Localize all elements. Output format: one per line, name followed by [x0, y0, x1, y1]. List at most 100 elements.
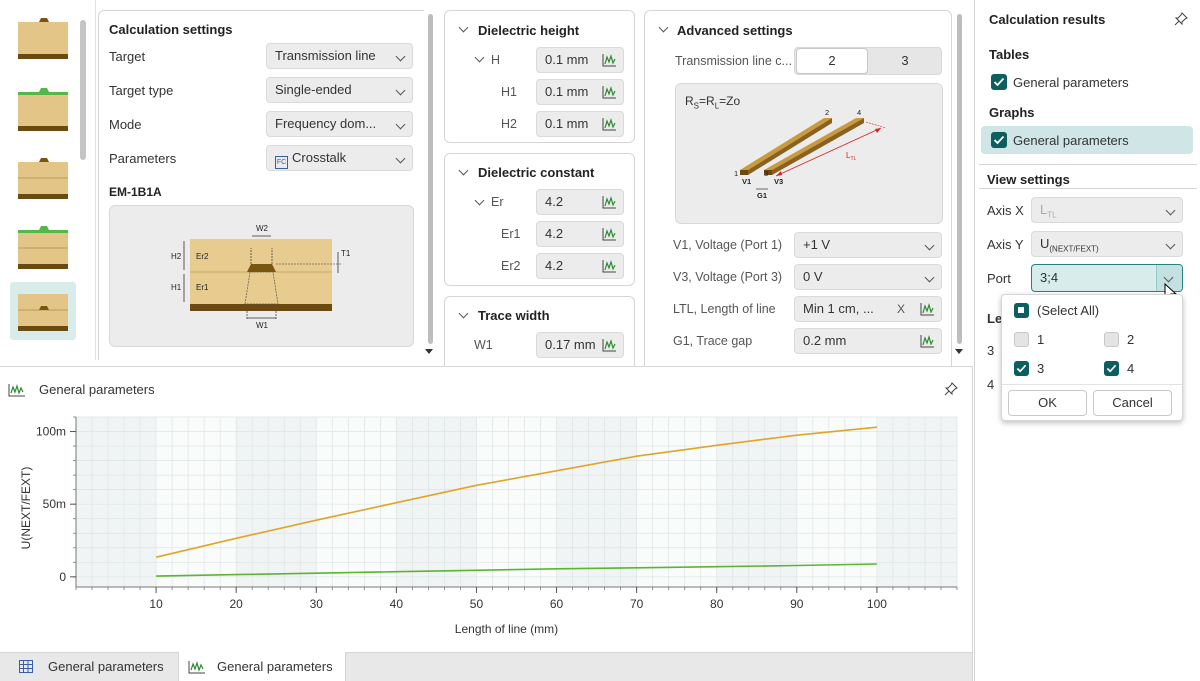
thumbnail-1[interactable] — [10, 10, 76, 64]
tl-option-3[interactable]: 3 — [869, 48, 941, 74]
h2-label: H2 — [501, 117, 517, 131]
collapse-chevron-icon[interactable] — [458, 165, 469, 176]
parameters-label: Parameters — [109, 151, 177, 166]
g1-input[interactable]: 0.2 mm — [794, 328, 942, 354]
er1-input[interactable]: 4.2 — [536, 221, 624, 247]
mode-value: Frequency dom... — [275, 116, 377, 131]
target-select[interactable]: Transmission line — [266, 43, 413, 69]
port-3-checkbox[interactable] — [1014, 361, 1029, 376]
port-2-checkbox[interactable] — [1104, 332, 1119, 347]
target-type-select[interactable]: Single-ended — [266, 77, 413, 103]
v1-select[interactable]: +1 V — [794, 232, 942, 258]
w1-value: 0.17 mm — [545, 337, 596, 352]
tl-conductors-toggle: 2 3 — [794, 47, 942, 75]
thumbnail-5-selected[interactable] — [10, 282, 76, 340]
calc-settings-scrollbar[interactable] — [428, 14, 433, 344]
port-select[interactable]: 3;4 — [1031, 264, 1183, 292]
parameters-select[interactable]: FC Crosstalk — [266, 145, 413, 171]
expand-er-chevron-icon[interactable] — [474, 195, 485, 206]
chart-area[interactable]: 10 20 30 40 50 60 70 80 90 100 0 50m 100m Length of l… — [0, 397, 972, 647]
axis-x-label: Axis X — [987, 203, 1024, 218]
graph-icon[interactable] — [602, 227, 617, 241]
w1-input[interactable]: 0.17 mm — [536, 332, 624, 358]
divider — [979, 164, 1197, 165]
graph-icon[interactable] — [602, 338, 617, 352]
pin-icon[interactable] — [944, 382, 958, 396]
v3-value: 0 V — [803, 269, 823, 284]
axis-x-select[interactable]: LTL — [1031, 197, 1183, 223]
port-option-2[interactable]: 2 — [1102, 331, 1172, 351]
clear-icon[interactable]: X — [897, 297, 905, 321]
graph-icon[interactable] — [602, 259, 617, 273]
collapse-chevron-icon[interactable] — [658, 22, 669, 33]
view-settings-title: View settings — [987, 172, 1070, 187]
h2-input[interactable]: 0.1 mm — [536, 111, 624, 137]
graph-icon[interactable] — [920, 334, 935, 348]
graph-icon[interactable] — [602, 195, 617, 209]
h-input[interactable]: 0.1 mm — [536, 47, 624, 73]
target-type-label: Target type — [109, 83, 174, 98]
g1-diagram-label: G1 — [757, 191, 767, 200]
app-window: Calculation settings Target Transmission… — [0, 0, 1200, 681]
tab-table-label: General parameters — [48, 659, 164, 674]
graphs-general-parameters-item[interactable]: General parameters — [981, 126, 1193, 154]
port-option-1[interactable]: 1 — [1012, 331, 1082, 351]
h1-label: H1 — [501, 85, 517, 99]
x-tick-label: 100 — [867, 597, 887, 611]
thumbnail-3[interactable] — [10, 150, 76, 204]
mode-select[interactable]: Frequency dom... — [266, 111, 413, 137]
thumbnail-4[interactable] — [10, 220, 76, 274]
graph-icon[interactable] — [920, 302, 935, 316]
port-4-checkbox[interactable] — [1104, 361, 1119, 376]
pin-icon[interactable] — [1174, 12, 1188, 26]
x-tick-label: 10 — [149, 597, 163, 611]
graph-icon[interactable] — [602, 85, 617, 99]
ltl-input[interactable]: Min 1 cm, ... X — [794, 296, 942, 322]
expand-h-chevron-icon[interactable] — [474, 52, 485, 63]
cancel-button[interactable]: Cancel — [1093, 390, 1172, 416]
port-2-label: 2 — [825, 108, 829, 117]
scroll-down-arrow-icon[interactable] — [955, 349, 963, 354]
er-input[interactable]: 4.2 — [536, 189, 624, 215]
tab-table-general-parameters[interactable]: General parameters — [0, 653, 178, 681]
port-option-4[interactable]: 4 — [1102, 360, 1172, 380]
h1-input[interactable]: 0.1 mm — [536, 79, 624, 105]
h-label: H — [491, 53, 501, 67]
scroll-down-arrow-icon[interactable] — [425, 349, 433, 354]
tables-general-parameters-item[interactable]: General parameters — [981, 68, 1193, 96]
plot-band — [636, 417, 717, 587]
structure-thumbnails — [0, 0, 96, 360]
h2-label: H2 — [171, 252, 182, 261]
thumbnails-scrollbar[interactable] — [80, 20, 86, 160]
v3-select[interactable]: 0 V — [794, 264, 942, 290]
port-1-checkbox[interactable] — [1014, 332, 1029, 347]
plot-band — [316, 417, 397, 587]
er1-label: Er1 — [501, 227, 521, 241]
collapse-chevron-icon[interactable] — [458, 22, 469, 33]
v1-label: V1, Voltage (Port 1) — [673, 238, 783, 252]
thumbnail-2[interactable] — [10, 82, 76, 136]
graph-icon[interactable] — [602, 53, 617, 67]
collapse-chevron-icon[interactable] — [458, 308, 469, 319]
tab-graph-general-parameters[interactable]: General parameters — [178, 652, 346, 681]
dielectric-constant-panel: Dielectric constant Er 4.2 Er1 4.2 Er2 4… — [444, 153, 635, 286]
graphs-checkbox[interactable] — [991, 132, 1007, 148]
ok-button[interactable]: OK — [1008, 390, 1087, 416]
calc-settings-title: Calculation settings — [109, 22, 233, 37]
select-all-checkbox[interactable] — [1014, 303, 1029, 318]
calculation-settings-panel: Calculation settings Target Transmission… — [98, 10, 424, 360]
axis-y-select[interactable]: U(NEXT/FEXT) — [1031, 231, 1183, 257]
graph-panel: General parameters 10 20 30 40 50 60 70 80 90 100… — [0, 366, 973, 652]
tables-checkbox[interactable] — [991, 74, 1007, 90]
graph-icon[interactable] — [602, 117, 617, 131]
v3-label: V3, Voltage (Port 3) — [673, 270, 783, 284]
advanced-scrollbar[interactable] — [957, 14, 962, 344]
port-3-label: 3 — [1037, 361, 1045, 376]
port-option-3[interactable]: 3 — [1012, 360, 1082, 380]
select-all-option[interactable]: (Select All) — [1012, 301, 1172, 321]
axis-y-value: U — [1040, 236, 1050, 251]
er2-input[interactable]: 4.2 — [536, 253, 624, 279]
tl-option-2[interactable]: 2 — [796, 48, 868, 74]
x-tick-label: 80 — [710, 597, 724, 611]
x-tick-label: 40 — [390, 597, 404, 611]
